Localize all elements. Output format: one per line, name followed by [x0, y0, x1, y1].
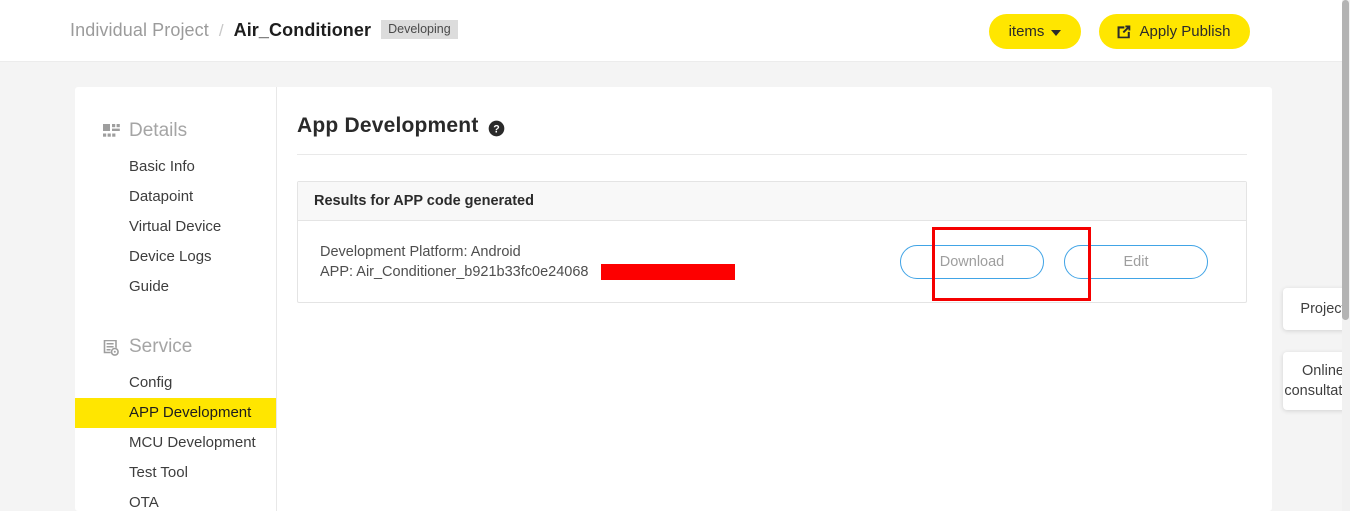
breadcrumb-parent-link[interactable]: Individual Project	[70, 20, 209, 41]
items-dropdown-button[interactable]: items	[989, 14, 1081, 49]
status-badge: Developing	[381, 20, 458, 40]
sidebar-item-test-tool[interactable]: Test Tool	[75, 458, 276, 488]
sidebar-item-label: Datapoint	[129, 188, 193, 205]
sidebar-item-mcu-development[interactable]: MCU Development	[75, 428, 276, 458]
results-actions: Download Edit	[900, 245, 1224, 279]
sidebar-item-label: Virtual Device	[129, 218, 221, 235]
grid-squares-icon	[103, 124, 120, 141]
breadcrumb-current-project: Air_Conditioner	[234, 20, 372, 41]
sidebar-item-config[interactable]: Config	[75, 368, 276, 398]
side-tab-project-label: Project	[1300, 299, 1345, 319]
sidebar-item-app-development[interactable]: APP Development	[75, 398, 276, 428]
sidebar-group-details-label: Details	[129, 120, 187, 142]
sidebar-item-datapoint[interactable]: Datapoint	[75, 182, 276, 212]
sidebar-item-label: Basic Info	[129, 158, 195, 175]
sidebar-item-guide[interactable]: Guide	[75, 272, 276, 302]
document-gear-icon	[103, 340, 120, 357]
sidebar-item-ota[interactable]: OTA	[75, 488, 276, 511]
content-pane: App Development ? Results for APP code g…	[277, 87, 1272, 511]
sidebar-item-label: Guide	[129, 278, 169, 295]
sidebar-item-virtual-device[interactable]: Virtual Device	[75, 212, 276, 242]
top-header-bar: Individual Project / Air_Conditioner Dev…	[0, 0, 1350, 62]
page-title-row: App Development ?	[297, 114, 1247, 155]
help-circle-icon[interactable]: ?	[488, 120, 505, 137]
svg-text:?: ?	[493, 123, 499, 135]
edit-button[interactable]: Edit	[1064, 245, 1208, 279]
header-actions: items Apply Publish	[989, 14, 1250, 49]
app-name-line: APP: Air_Conditioner_b921b33fc0e24068	[320, 262, 588, 282]
sidebar-item-label: Config	[129, 374, 172, 391]
sidebar-item-label: Test Tool	[129, 464, 188, 481]
breadcrumb: Individual Project / Air_Conditioner Dev…	[70, 0, 458, 61]
sidebar-item-basic-info[interactable]: Basic Info	[75, 152, 276, 182]
side-tab-online-consultation[interactable]: Online consultation	[1283, 352, 1350, 410]
build-info: Development Platform: Android APP: Air_C…	[320, 242, 588, 282]
external-link-icon	[1115, 23, 1132, 40]
side-tab-online-consultation-label: Online consultation	[1284, 361, 1350, 401]
sidebar-item-label: MCU Development	[129, 434, 256, 451]
page-scrollbar-thumb[interactable]	[1342, 0, 1349, 320]
sidebar-group-spacer	[75, 302, 276, 332]
redaction-bar	[601, 264, 735, 280]
items-dropdown-label: items	[1009, 23, 1045, 40]
results-panel-body: Development Platform: Android APP: Air_C…	[298, 221, 1246, 302]
sidebar-item-label: APP Development	[129, 404, 251, 421]
page-title: App Development	[297, 114, 479, 138]
results-panel: Results for APP code generated Developme…	[297, 181, 1247, 303]
chevron-down-icon	[1051, 30, 1061, 36]
results-panel-header: Results for APP code generated	[298, 182, 1246, 221]
platform-line: Development Platform: Android	[320, 242, 588, 262]
sidebar-item-label: Device Logs	[129, 248, 212, 265]
breadcrumb-separator: /	[219, 21, 224, 41]
apply-publish-button[interactable]: Apply Publish	[1099, 14, 1250, 49]
sidebar-navigation: Details Basic Info Datapoint Virtual Dev…	[75, 87, 277, 511]
main-content-card: Details Basic Info Datapoint Virtual Dev…	[75, 87, 1272, 511]
sidebar-group-service-label: Service	[129, 336, 192, 358]
apply-publish-label: Apply Publish	[1140, 23, 1231, 40]
sidebar-item-device-logs[interactable]: Device Logs	[75, 242, 276, 272]
edit-button-label: Edit	[1124, 254, 1149, 270]
download-button[interactable]: Download	[900, 245, 1044, 279]
results-panel-title: Results for APP code generated	[314, 193, 534, 209]
sidebar-group-details: Details	[75, 116, 276, 146]
sidebar-group-service: Service	[75, 332, 276, 362]
download-button-label: Download	[940, 254, 1005, 270]
side-tab-project[interactable]: Project	[1283, 288, 1350, 330]
sidebar-item-label: OTA	[129, 494, 159, 511]
